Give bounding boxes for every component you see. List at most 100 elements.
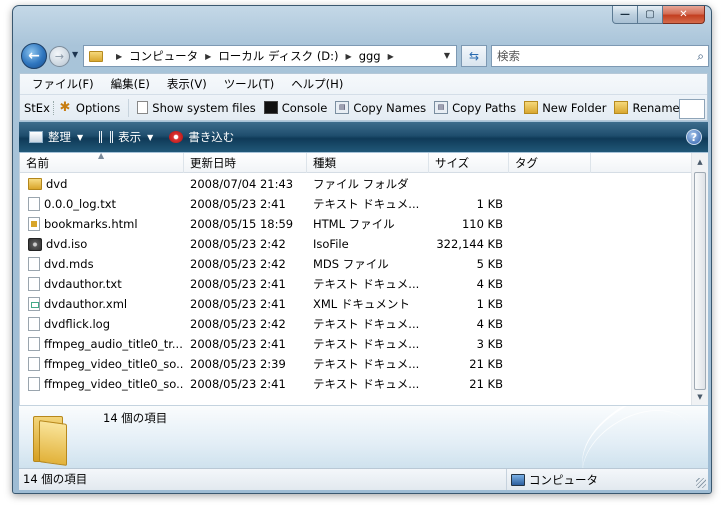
status-bar: 14 個の項目 コンピュータ xyxy=(19,468,708,490)
address-dropdown-icon[interactable]: ▼ xyxy=(444,51,450,60)
view-icon xyxy=(99,131,114,143)
table-row[interactable]: 0.0.0_log.txt 2008/05/23 2:41 テキスト ドキュメ.… xyxy=(20,194,692,214)
view-label: 表示 xyxy=(118,130,142,144)
table-row[interactable]: ffmpeg_audio_title0_tr... 2008/05/23 2:4… xyxy=(20,334,692,354)
history-dropdown-icon[interactable]: ▼ xyxy=(72,50,78,59)
vertical-scrollbar[interactable]: ▲ ▼ xyxy=(691,153,708,405)
file-type: テキスト ドキュメ... xyxy=(313,377,420,391)
column-header-name[interactable]: ▲ 名前 xyxy=(20,153,184,173)
breadcrumb-computer[interactable]: コンピュータ xyxy=(129,48,198,64)
file-name: dvd.mds xyxy=(44,257,94,271)
copy-paths-label: Copy Paths xyxy=(452,100,517,115)
file-name: dvd.iso xyxy=(46,237,88,251)
details-pane: 14 個の項目 xyxy=(19,405,708,468)
view-button[interactable]: 表示 ▼ xyxy=(99,129,153,145)
file-type: HTML ファイル xyxy=(313,217,395,231)
file-date: 2008/05/23 2:41 xyxy=(190,297,286,311)
breadcrumb-ggg[interactable]: ggg xyxy=(359,49,381,63)
file-size: 1 KB xyxy=(476,197,503,211)
menu-edit[interactable]: 編集(E) xyxy=(111,76,150,92)
organize-button[interactable]: 整理 ▼ xyxy=(29,129,83,145)
column-header-size[interactable]: サイズ xyxy=(429,153,509,173)
table-row[interactable]: ffmpeg_video_title0_so... 2008/05/23 2:4… xyxy=(20,374,692,394)
file-icon xyxy=(28,257,40,271)
table-row[interactable]: bookmarks.html 2008/05/15 18:59 HTML ファイ… xyxy=(20,214,692,234)
chevron-right-icon[interactable]: ▶ xyxy=(205,52,211,61)
organize-icon xyxy=(29,131,43,143)
column-headers: ▲ 名前 更新日時 種類 サイズ タグ xyxy=(20,153,692,173)
copy-names-button[interactable]: ▤ Copy Names xyxy=(335,101,426,115)
copy-paths-button[interactable]: ▤ Copy Paths xyxy=(434,101,516,115)
menu-file[interactable]: ファイル(F) xyxy=(32,76,94,92)
table-row[interactable]: dvdflick.log 2008/05/23 2:42 テキスト ドキュメ..… xyxy=(20,314,692,334)
forward-button[interactable]: → xyxy=(49,46,70,67)
xml-file-icon xyxy=(28,297,40,311)
file-type: テキスト ドキュメ... xyxy=(313,197,420,211)
address-bar[interactable]: ▶ コンピュータ ▶ ローカル ディスク (D:) ▶ ggg ▶ ▼ xyxy=(83,45,457,67)
table-row[interactable]: dvd 2008/07/04 21:43 ファイル フォルダ xyxy=(20,174,692,194)
text-file-icon xyxy=(28,277,40,291)
chevron-right-icon[interactable]: ▶ xyxy=(346,52,352,61)
file-size: 110 KB xyxy=(461,217,503,231)
help-icon[interactable]: ? xyxy=(686,129,702,145)
new-folder-icon xyxy=(524,101,539,114)
rename-icon xyxy=(614,101,629,114)
scroll-thumb[interactable] xyxy=(694,172,706,390)
refresh-button[interactable]: ⇆ xyxy=(461,45,487,67)
chevron-right-icon[interactable]: ▶ xyxy=(388,52,394,61)
menu-tools[interactable]: ツール(T) xyxy=(224,76,275,92)
scroll-down-icon[interactable]: ▼ xyxy=(692,388,708,405)
file-date: 2008/05/15 18:59 xyxy=(190,217,294,231)
file-type: XML ドキュメント xyxy=(313,297,410,311)
file-type: テキスト ドキュメ... xyxy=(313,317,420,331)
stex-rename-field[interactable] xyxy=(679,99,705,119)
scroll-up-icon[interactable]: ▲ xyxy=(692,153,708,170)
file-name: 0.0.0_log.txt xyxy=(44,197,117,211)
menubar: ファイル(F) 編集(E) 表示(V) ツール(T) ヘルプ(H) xyxy=(20,74,707,94)
column-header-empty xyxy=(591,153,692,173)
table-row[interactable]: ffmpeg_video_title0_so... 2008/05/23 2:3… xyxy=(20,354,692,374)
table-row[interactable]: dvdauthor.xml 2008/05/23 2:41 XML ドキュメント… xyxy=(20,294,692,314)
menu-view[interactable]: 表示(V) xyxy=(167,76,207,92)
file-date: 2008/07/04 21:43 xyxy=(190,177,294,191)
new-folder-button[interactable]: New Folder xyxy=(524,101,606,115)
search-input[interactable]: 検索 ⌕ xyxy=(491,45,709,67)
options-button[interactable]: ✱ Options xyxy=(58,101,120,115)
resize-grip-icon[interactable] xyxy=(696,478,706,488)
file-list: ▲ 名前 更新日時 種類 サイズ タグ dvd 2008/07/04 21:43… xyxy=(19,153,708,405)
maximize-button[interactable]: ▢ xyxy=(638,6,663,24)
minimize-button[interactable]: — xyxy=(612,6,638,24)
console-button[interactable]: Console xyxy=(263,101,327,115)
file-type: テキスト ドキュメ... xyxy=(313,277,420,291)
file-date: 2008/05/23 2:41 xyxy=(190,337,286,351)
column-header-tag[interactable]: タグ xyxy=(509,153,591,173)
table-row[interactable]: dvd.iso 2008/05/23 2:42 IsoFile 322,144 … xyxy=(20,234,692,254)
file-date: 2008/05/23 2:41 xyxy=(190,377,286,391)
copy-names-icon: ▤ xyxy=(335,101,350,114)
stex-label: StEx xyxy=(24,100,54,115)
details-item-count: 14 個の項目 xyxy=(103,411,168,425)
large-folder-icon xyxy=(29,412,69,466)
file-name: dvdauthor.txt xyxy=(44,277,122,291)
breadcrumb-local-disk[interactable]: ローカル ディスク (D:) xyxy=(218,48,338,64)
table-row[interactable]: dvd.mds 2008/05/23 2:42 MDS ファイル 5 KB xyxy=(20,254,692,274)
search-icon[interactable]: ⌕ xyxy=(697,49,704,64)
caption-buttons: — ▢ ✕ xyxy=(612,6,705,24)
file-size: 322,144 KB xyxy=(436,237,503,251)
chevron-right-icon[interactable]: ▶ xyxy=(116,52,122,61)
menu-help[interactable]: ヘルプ(H) xyxy=(291,76,343,92)
file-size: 21 KB xyxy=(469,357,503,371)
search-placeholder: 検索 xyxy=(497,49,520,63)
close-button[interactable]: ✕ xyxy=(663,6,705,24)
column-header-type[interactable]: 種類 xyxy=(307,153,429,173)
file-name: ffmpeg_audio_title0_tr... xyxy=(44,337,183,351)
burn-button[interactable]: 書き込む xyxy=(169,129,234,145)
command-bar: 整理 ▼ 表示 ▼ 書き込む ? xyxy=(19,122,708,152)
file-rows: dvd 2008/07/04 21:43 ファイル フォルダ 0.0.0_log… xyxy=(20,174,692,394)
column-header-date[interactable]: 更新日時 xyxy=(184,153,307,173)
back-button[interactable]: ← xyxy=(21,43,47,69)
rename-button[interactable]: Rename xyxy=(614,101,680,115)
show-system-files-button[interactable]: Show system files xyxy=(137,101,256,115)
table-row[interactable]: dvdauthor.txt 2008/05/23 2:41 テキスト ドキュメ.… xyxy=(20,274,692,294)
disc-image-icon xyxy=(28,237,42,251)
